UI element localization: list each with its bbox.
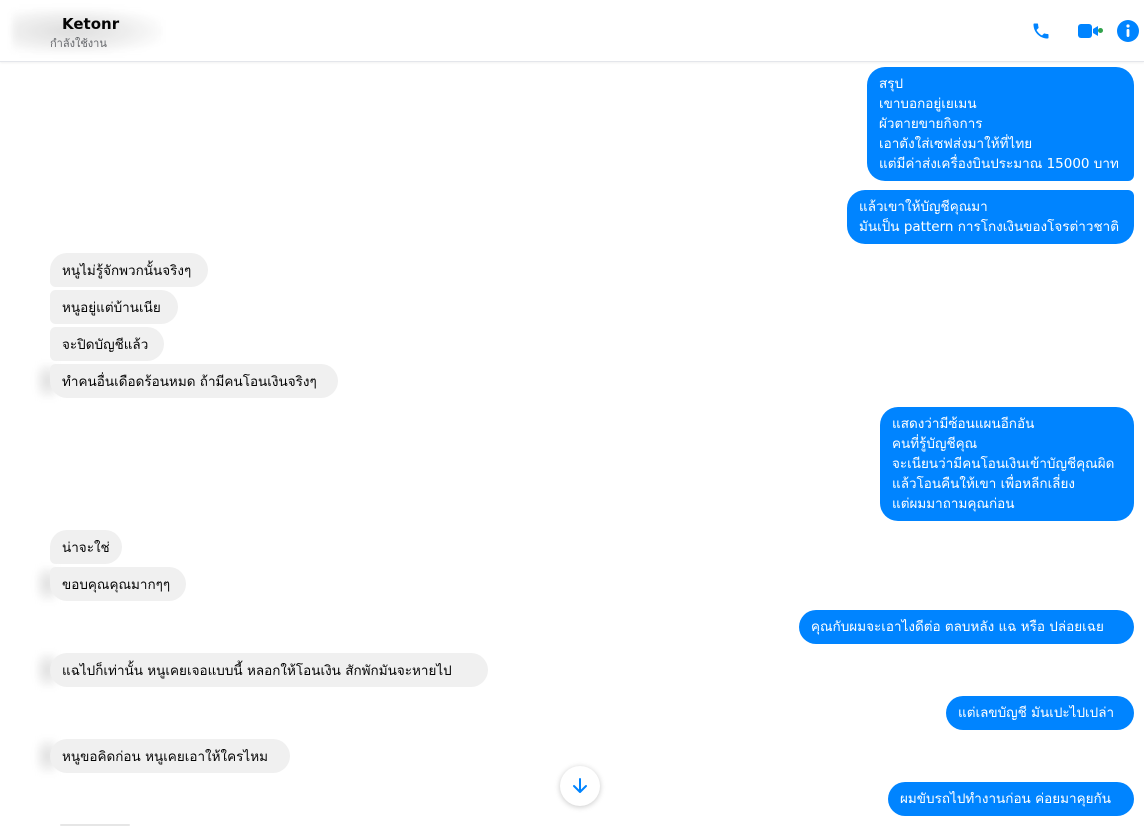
- message-outgoing[interactable]: แสดงว่ามีซ้อนแผนอีกอัน คนที่รู้บัญชีคุณ …: [880, 407, 1134, 521]
- message-incoming[interactable]: หนูไม่รู้จักพวกนั้นจริงๆ: [50, 253, 208, 287]
- scroll-to-bottom-button[interactable]: [560, 766, 600, 806]
- message-incoming[interactable]: แฉไปก็เท่านั้น หนูเคยเจอแบบนี้ หลอกให้โอ…: [50, 653, 488, 687]
- chat-header: Ketonr กำลังใช้งาน: [0, 0, 1144, 62]
- arrow-down-icon: [573, 778, 587, 793]
- phone-icon[interactable]: [1028, 18, 1054, 44]
- message-incoming[interactable]: ทำคนอื่นเดือดร้อนหมด ถ้ามีคนโอนเงินจริงๆ: [50, 364, 338, 398]
- info-icon[interactable]: [1115, 18, 1141, 44]
- message-incoming[interactable]: หนูขอคิดก่อน หนูเคยเอาให้ใครไหม: [50, 739, 290, 773]
- contact-name[interactable]: Ketonr: [62, 15, 119, 33]
- contact-status: กำลังใช้งาน: [50, 37, 107, 50]
- message-outgoing[interactable]: ผมขับรถไปทำงานก่อน ค่อยมาคุยกัน: [888, 782, 1134, 816]
- message-outgoing[interactable]: แล้วเขาให้บัญชีคุณมา มันเป็น pattern การ…: [847, 190, 1134, 244]
- message-outgoing[interactable]: คุณกับผมจะเอาไงดีต่อ ตลบหลัง แฉ หรือ ปล่…: [799, 610, 1134, 644]
- message-outgoing[interactable]: แต่เลขบัญชี มันเปะไปเปล่า: [946, 696, 1134, 730]
- message-incoming[interactable]: หนูอยู่แต่บ้านเนีย: [50, 290, 178, 324]
- online-indicator: [1098, 28, 1103, 33]
- message-incoming[interactable]: จะปิดบัญชีแล้ว: [50, 327, 164, 361]
- message-incoming[interactable]: น่าจะใช่: [50, 530, 122, 564]
- message-incoming[interactable]: ขอบคุณคุณมากๆๆ: [50, 567, 186, 601]
- message-list[interactable]: สรุป เขาบอกอยู่เยเมน ผัวตายขายกิจการ เอา…: [0, 62, 1144, 826]
- message-outgoing[interactable]: สรุป เขาบอกอยู่เยเมน ผัวตายขายกิจการ เอา…: [867, 67, 1134, 181]
